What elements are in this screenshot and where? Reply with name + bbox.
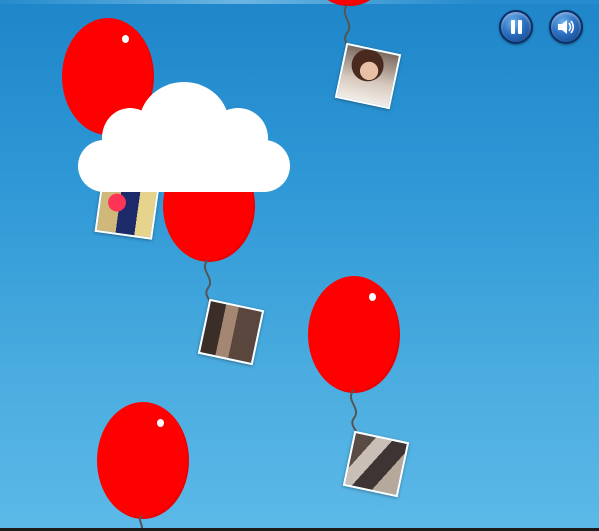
balloon[interactable] bbox=[308, 276, 400, 393]
balloon-shine bbox=[369, 293, 376, 301]
cloud bbox=[78, 82, 290, 192]
pause-button[interactable] bbox=[499, 10, 533, 44]
sound-button[interactable] bbox=[549, 10, 583, 44]
balloon[interactable] bbox=[97, 402, 189, 519]
balloon-shine bbox=[157, 419, 164, 427]
photo-card[interactable] bbox=[334, 42, 402, 110]
speaker-icon bbox=[558, 20, 575, 34]
photo-card[interactable] bbox=[197, 298, 265, 366]
balloon-shine bbox=[122, 35, 129, 43]
top-edge bbox=[0, 0, 599, 4]
game-stage[interactable] bbox=[0, 0, 599, 531]
pause-icon bbox=[511, 20, 522, 34]
photo-card[interactable] bbox=[342, 430, 410, 498]
